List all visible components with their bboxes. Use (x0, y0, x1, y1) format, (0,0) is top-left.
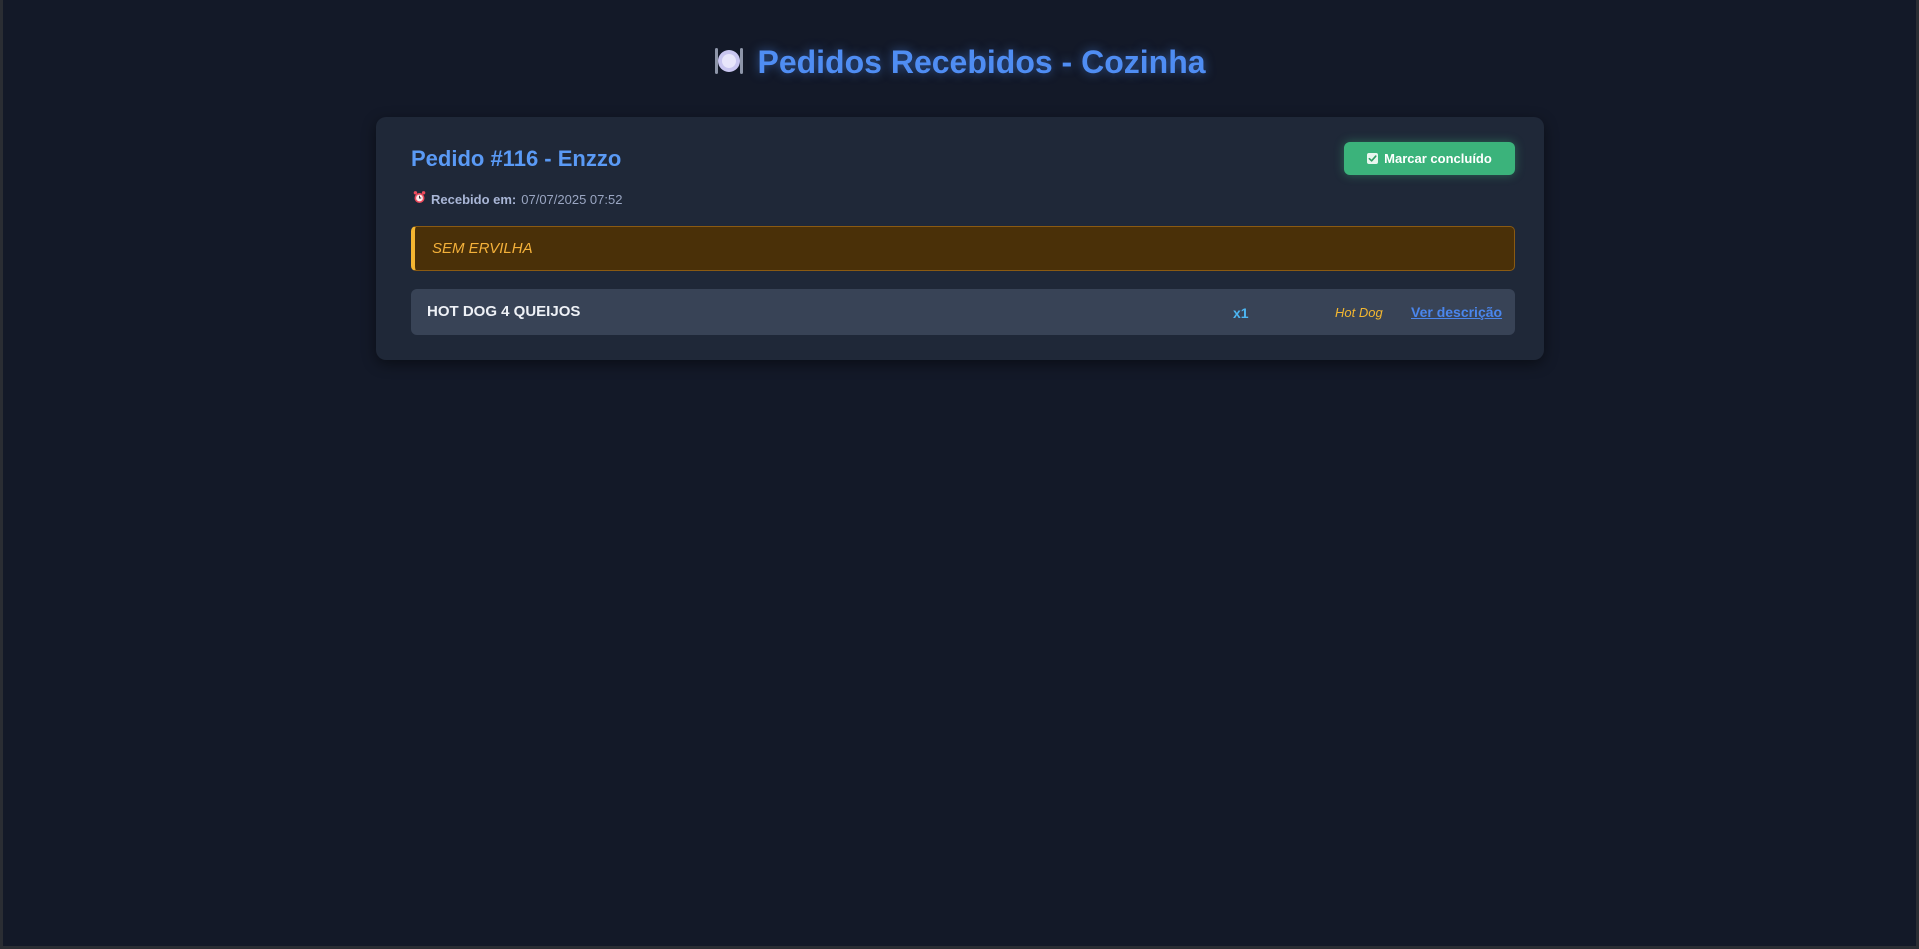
page-title: Pedidos Recebidos - Cozinha (3, 40, 1916, 88)
check-box-icon (1367, 153, 1379, 164)
order-card: Pedido #116 - Enzzo Marcar concluído Rec… (376, 117, 1544, 360)
received-timestamp: 07/07/2025 07:52 (521, 191, 623, 207)
plate-cutlery-icon (713, 44, 745, 88)
order-title: Pedido #116 - Enzzo (411, 146, 622, 171)
item-quantity: x1 (1233, 305, 1249, 321)
alarm-clock-icon (413, 190, 426, 209)
order-note: SEM ERVILHA (411, 226, 1515, 271)
view-description-link[interactable]: Ver descrição (1411, 303, 1502, 321)
item-category: Hot Dog (1335, 305, 1383, 320)
app-viewport: Pedidos Recebidos - Cozinha Pedido #116 … (3, 0, 1916, 946)
order-note-text: SEM ERVILHA (432, 240, 533, 257)
page-title-text: Pedidos Recebidos - Cozinha (757, 44, 1206, 80)
mark-done-label: Marcar concluído (1384, 151, 1492, 166)
received-label: Recebido em: (431, 191, 517, 207)
mark-done-button[interactable]: Marcar concluído (1344, 142, 1515, 175)
item-name: HOT DOG 4 QUEIJOS (427, 303, 581, 320)
order-item-row: HOT DOG 4 QUEIJOS x1 Hot Dog Ver descriç… (411, 289, 1515, 335)
received-info: Recebido em: 07/07/2025 07:52 (413, 190, 622, 209)
